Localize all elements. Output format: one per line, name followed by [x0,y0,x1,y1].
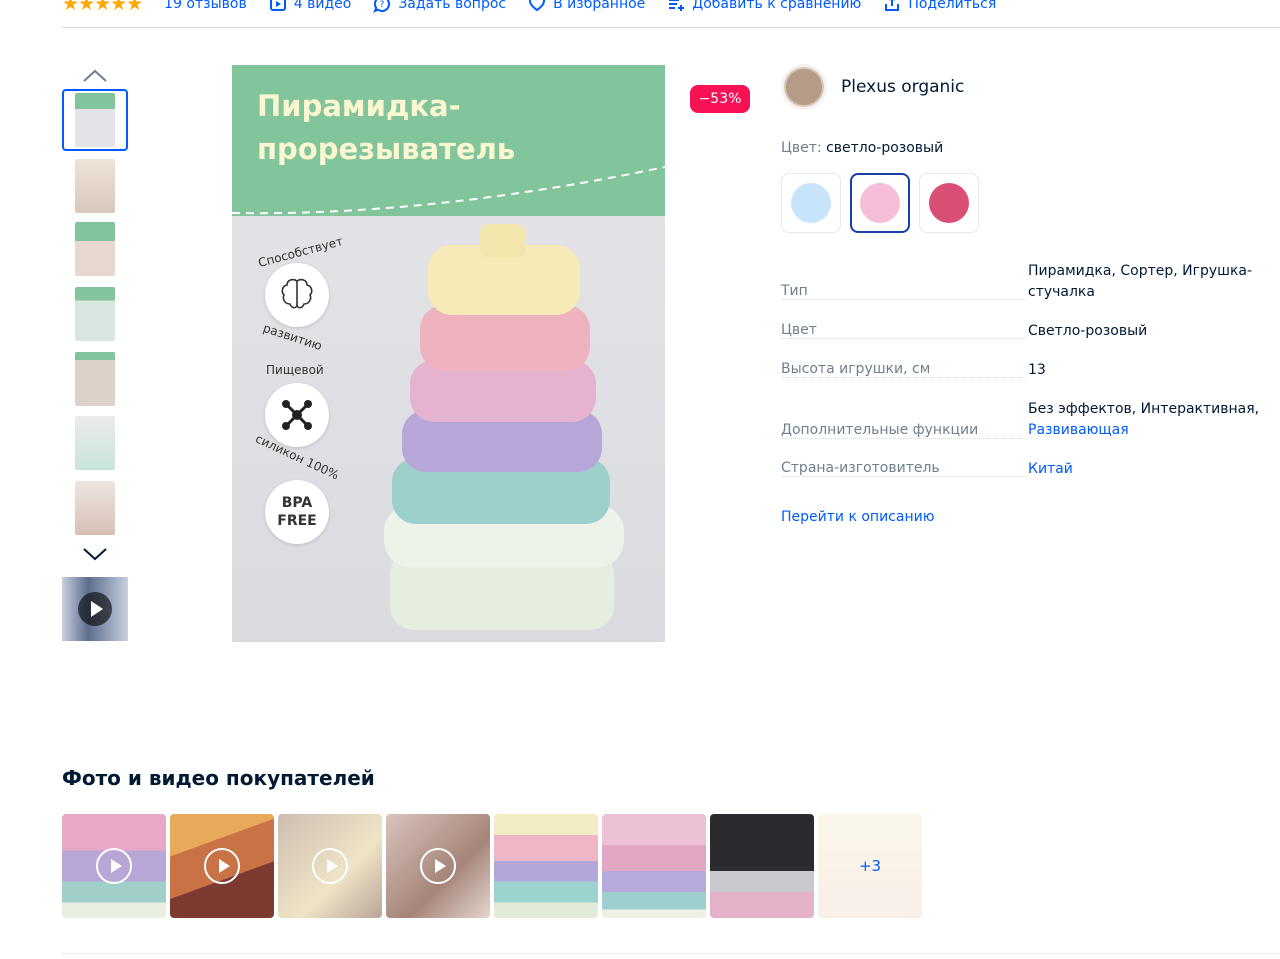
image-title-line2: прорезыватель [257,132,516,166]
ask-question-label: Задать вопрос [398,0,507,12]
ask-question-link[interactable]: ? Задать вопрос [373,0,506,13]
favorite-link[interactable]: В избранное [528,0,645,13]
spec-value-country-link[interactable]: Китай [1028,459,1278,480]
molecule-icon [265,383,329,447]
spec-value-functions-link[interactable]: Развивающая [1028,420,1278,441]
customer-video-1[interactable] [62,814,166,918]
reviews-count: 19 отзывов [164,0,247,12]
brain-icon [265,263,329,327]
thumbnail-1[interactable] [62,89,128,151]
spec-label-country: Страна-изготовитель [781,460,1026,477]
thumbnail-4[interactable] [62,283,128,345]
customer-media-title: Фото и видео покупателей [62,766,375,790]
spec-label-type: Тип [781,283,1026,300]
thumbnail-2[interactable] [62,155,128,217]
divider [62,953,1280,954]
color-label: Цвет: светло-розовый [781,140,943,156]
image-title: Пирамидка- прорезыватель [257,85,515,171]
customer-media-strip: +3 [62,814,922,918]
spec-value-height: 13 [1028,362,1046,378]
spec-value-type: Пирамидка, Сортер, Игрушка-стучалка [1028,263,1253,300]
color-swatch-raspberry[interactable] [919,173,979,233]
video-icon [269,0,286,11]
customer-photo-1[interactable] [494,814,598,918]
free-text: FREE [277,513,317,529]
color-label-value: светло-розовый [826,140,944,156]
bpa-free-badge: BPA FREE [265,480,329,544]
brand-logo[interactable] [781,64,827,110]
videos-link[interactable]: 4 видео [269,0,352,13]
customer-photo-more[interactable]: +3 [818,814,922,918]
share-link[interactable]: Поделиться [883,0,996,13]
color-label-key: Цвет: [781,140,822,156]
heart-icon [529,0,546,12]
videos-label: 4 видео [293,0,352,12]
product-action-bar: ★★★★★ 19 отзывов 4 видео ? Задать вопрос… [62,0,996,16]
thumbnail-7[interactable] [62,477,128,539]
video-thumbnail[interactable] [62,577,128,641]
play-icon [204,848,240,884]
spec-label-color: Цвет [781,322,1026,339]
discount-badge: −53% [690,85,750,113]
customer-video-3[interactable] [278,814,382,918]
rating-stars[interactable]: ★★★★★ [62,0,143,15]
spec-value-functions-text: Без эффектов, Интерактивная, [1028,401,1260,417]
brand-block[interactable]: Plexus organic [781,64,964,110]
compare-link[interactable]: Добавить к сравнению [667,0,861,13]
play-icon [78,592,112,626]
more-count: +3 [818,814,922,918]
spec-label-functions: Дополнительные функции [781,422,1026,439]
chevron-up-icon[interactable] [80,66,110,86]
share-icon [885,0,900,11]
favorite-label: В избранное [553,0,646,12]
thumbnail-5[interactable] [62,348,128,410]
customer-photo-2[interactable] [602,814,706,918]
chevron-down-icon[interactable] [80,544,110,564]
compare-icon [669,0,685,11]
question-bubble-icon: ? [373,0,391,13]
badge2-top-text: Пищевой [266,363,324,377]
thumbnail-3[interactable] [62,218,128,280]
spec-value-functions: Без эффектов, Интерактивная, Развивающая [1028,399,1278,441]
pyramid-illustration [384,224,624,630]
thumbnail-6[interactable] [62,412,128,474]
go-to-description-link[interactable]: Перейти к описанию [781,509,934,525]
bpa-text: BPA [281,495,313,511]
customer-video-4[interactable] [386,814,490,918]
reviews-link[interactable]: 19 отзывов [164,0,247,12]
main-product-image[interactable]: Пирамидка- прорезыватель Способствует ра… [232,65,665,642]
spec-label-height: Высота игрушки, см [781,361,1026,378]
spec-value-color: Светло-розовый [1028,323,1148,339]
compare-label: Добавить к сравнению [692,0,862,12]
color-swatch-blue[interactable] [781,173,841,233]
play-icon [312,848,348,884]
play-icon [420,848,456,884]
brand-name[interactable]: Plexus organic [841,77,964,97]
divider [62,27,1280,28]
customer-photo-3[interactable] [710,814,814,918]
share-label: Поделиться [908,0,997,12]
image-title-line1: Пирамидка- [257,89,461,123]
color-swatch-light-pink[interactable] [850,173,910,233]
customer-video-2[interactable] [170,814,274,918]
play-icon [96,848,132,884]
svg-text:?: ? [380,0,385,10]
